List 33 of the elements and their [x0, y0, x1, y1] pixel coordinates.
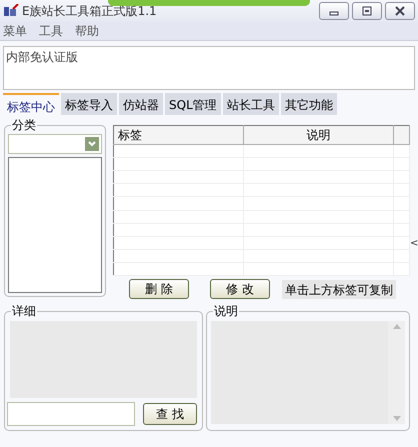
action-button[interactable]: 删 除	[129, 279, 189, 299]
scroll-down-icon[interactable]	[392, 416, 400, 421]
menu-item[interactable]: 菜单	[3, 22, 27, 40]
menu-item[interactable]: 帮助	[75, 22, 99, 40]
scroll-up-icon[interactable]	[392, 324, 400, 329]
maximize-button[interactable]	[352, 2, 382, 20]
search-button[interactable]: 查 找	[143, 403, 197, 425]
tab[interactable]: SQL管理	[165, 93, 221, 115]
notice-field[interactable]: 内部免认证版	[3, 46, 415, 90]
window-title: E族站长工具箱正式版1.1	[22, 3, 157, 20]
category-list[interactable]	[8, 157, 102, 293]
search-field[interactable]	[7, 402, 135, 426]
category-dropdown[interactable]	[8, 134, 102, 154]
column-header: 说明	[244, 126, 394, 145]
app-icon	[3, 4, 19, 18]
tab[interactable]: 标签中心	[3, 93, 59, 115]
tab[interactable]: 标签导入	[61, 93, 117, 115]
close-icon	[394, 6, 406, 16]
tab[interactable]: 仿站器	[119, 93, 163, 115]
close-button[interactable]	[385, 2, 415, 20]
maximize-icon	[361, 6, 373, 16]
menu-item[interactable]: 工具	[39, 22, 63, 40]
action-button[interactable]: 修 改	[210, 279, 270, 299]
group-label: 分类	[11, 117, 37, 133]
tab[interactable]: 其它功能	[280, 93, 337, 115]
tab[interactable]: 站长工具	[222, 93, 279, 115]
minimize-button[interactable]	[319, 2, 349, 20]
group-label: 详细	[11, 303, 37, 319]
hint-text: 单击上方标签可复制	[282, 280, 396, 298]
scrollbar[interactable]	[388, 321, 405, 424]
column-header: 标签	[114, 126, 244, 145]
group-label: 说明	[213, 303, 239, 319]
side-arrow[interactable]: <	[410, 236, 418, 251]
